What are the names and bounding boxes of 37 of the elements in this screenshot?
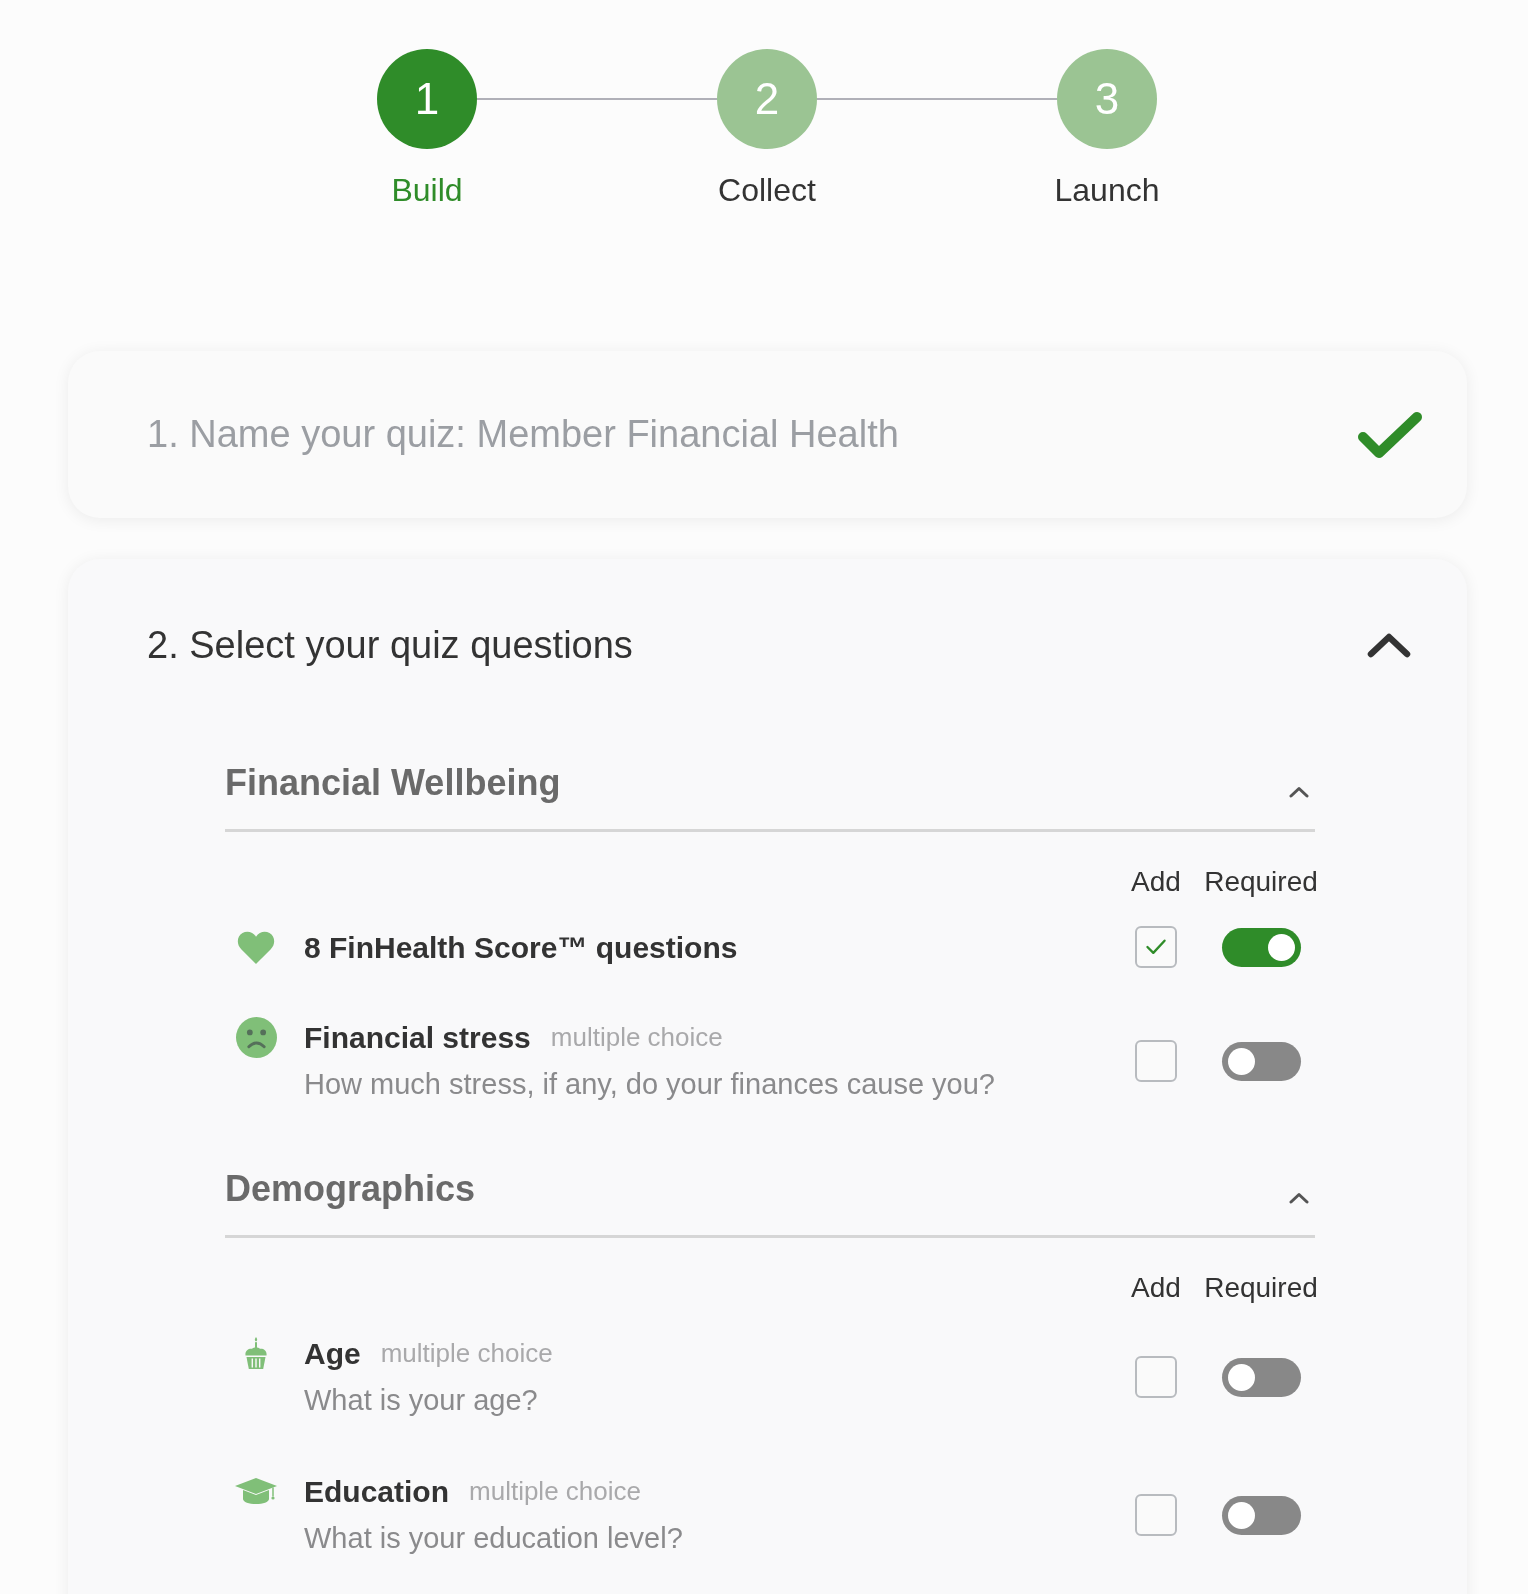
add-checkbox[interactable] — [1135, 1040, 1177, 1082]
column-header: Required — [1203, 1271, 1319, 1305]
chevron-up-icon[interactable] — [1289, 786, 1309, 798]
sad-face-icon — [235, 1016, 277, 1058]
question-title: Financial stress — [304, 1019, 531, 1056]
question-title: Education — [304, 1473, 449, 1510]
question-prompt: How much stress, if any, do your finances cause you? — [304, 1067, 995, 1103]
required-toggle[interactable] — [1221, 1357, 1301, 1397]
question-type: multiple choice — [550, 1020, 723, 1054]
required-toggle[interactable] — [1221, 927, 1301, 967]
step-title: 2. Select your quiz questions — [147, 622, 633, 668]
graduation-cap-icon — [235, 1478, 277, 1504]
required-toggle[interactable] — [1221, 1495, 1301, 1535]
section-title: Demographics — [225, 1167, 476, 1211]
cupcake-icon — [244, 1337, 268, 1369]
question-prompt: What is your age? — [304, 1383, 538, 1419]
check-icon — [1145, 938, 1167, 956]
question-type: multiple choice — [469, 1474, 641, 1508]
add-checkbox[interactable] — [1135, 1494, 1177, 1536]
question-title: 8 FinHealth Score™ questions — [304, 929, 738, 966]
question-title: Age — [304, 1335, 361, 1372]
heart-icon — [237, 930, 275, 964]
step-label: Launch — [1054, 171, 1160, 209]
column-header: Required — [1203, 865, 1319, 899]
question-type: multiple choice — [380, 1336, 553, 1370]
column-header: Add — [1130, 1271, 1182, 1305]
add-checkbox[interactable] — [1135, 926, 1177, 968]
chevron-up-icon[interactable] — [1367, 632, 1411, 658]
section-title: Financial Wellbeing — [225, 761, 561, 805]
chevron-up-icon[interactable] — [1289, 1192, 1309, 1204]
step-label: Collect — [718, 171, 816, 209]
required-toggle[interactable] — [1221, 1041, 1301, 1081]
column-header: Add — [1130, 865, 1182, 899]
step-title: 1. Name your quiz: Member Financial Health — [147, 412, 899, 457]
step-label: Build — [391, 171, 463, 209]
question-prompt: What is your education level? — [304, 1521, 683, 1557]
add-checkbox[interactable] — [1135, 1356, 1177, 1398]
